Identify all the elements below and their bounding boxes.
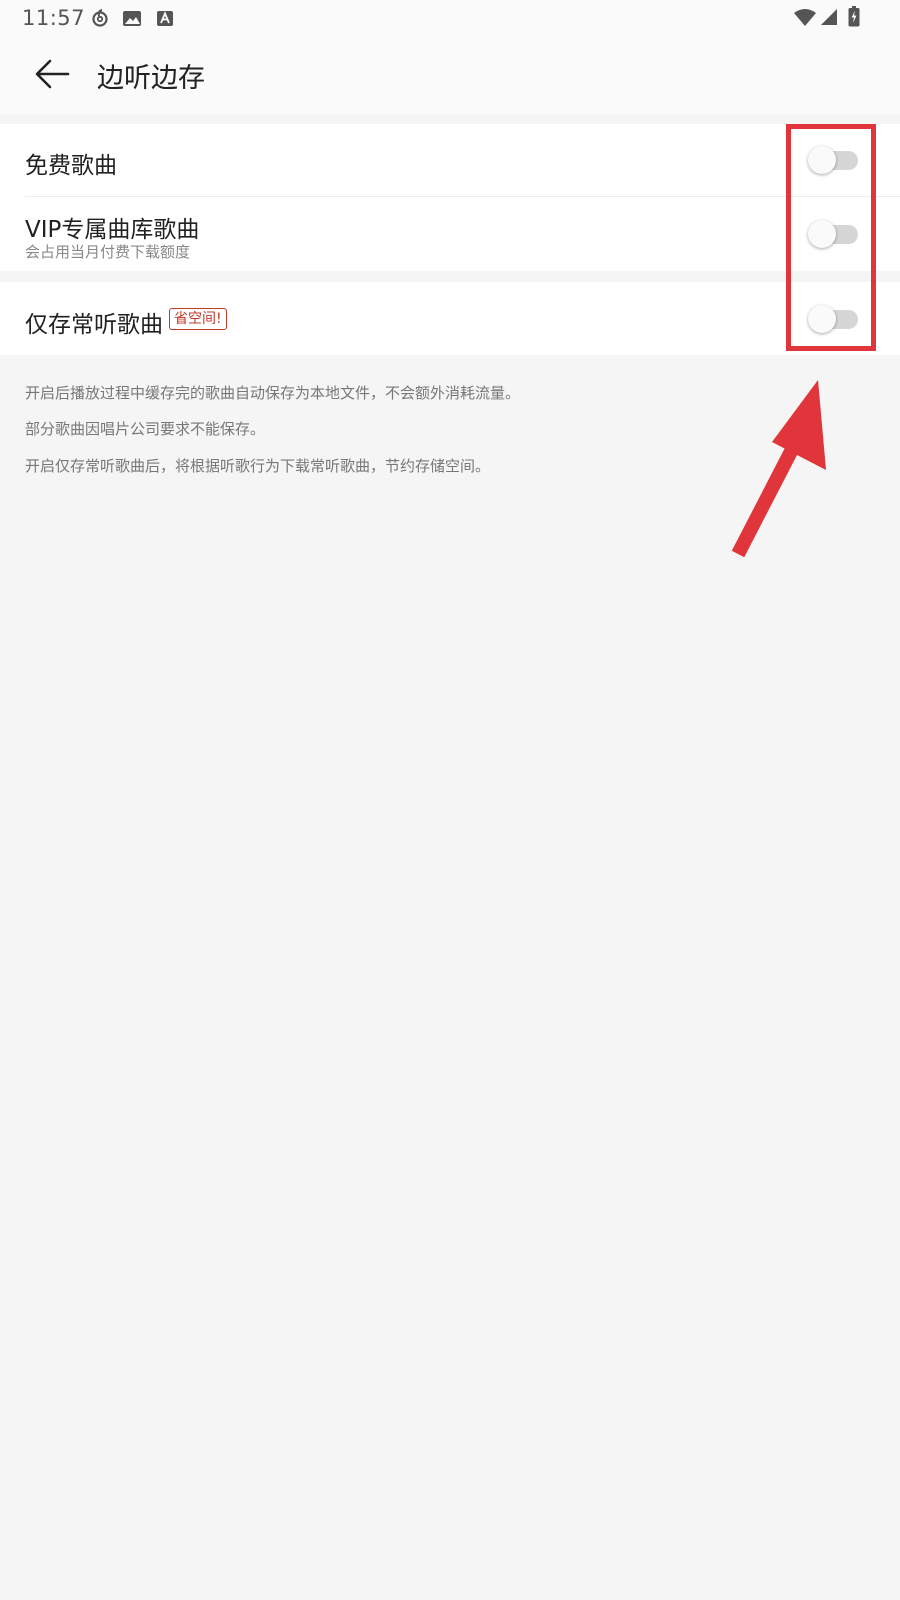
setting-row-frequent-songs[interactable]: 仅存常听歌曲 省空间! xyxy=(0,282,900,355)
setting-row-free-songs[interactable]: 免费歌曲 xyxy=(0,124,900,197)
setting-sublabel-vip-songs: 会占用当月付费下载额度 xyxy=(25,243,191,261)
netease-music-icon xyxy=(92,9,108,27)
status-bar: 11:57 xyxy=(0,0,900,36)
page-title: 边听边存 xyxy=(97,63,205,94)
text-icon xyxy=(157,11,173,26)
description-text: 部分歌曲因唱片公司要求不能保存。 xyxy=(25,420,266,438)
app-header: 边听边存 xyxy=(0,36,900,114)
annotation-arrow-icon xyxy=(731,380,826,558)
wifi-icon xyxy=(794,9,816,26)
description-text: 开启仅存常听歌曲后，将根据听歌行为下载常听歌曲，节约存储空间。 xyxy=(25,457,491,475)
annotation-highlight-box xyxy=(786,124,876,351)
setting-label-frequent-songs: 仅存常听歌曲 xyxy=(25,312,163,338)
setting-label-vip-songs: VIP专属曲库歌曲 xyxy=(25,217,200,243)
settings-group-songs: 免费歌曲 VIP专属曲库歌曲 会占用当月付费下载额度 xyxy=(0,124,900,271)
setting-row-vip-songs[interactable]: VIP专属曲库歌曲 会占用当月付费下载额度 xyxy=(0,197,900,271)
save-space-badge: 省空间! xyxy=(169,308,227,330)
description-text: 开启后播放过程中缓存完的歌曲自动保存为本地文件，不会额外消耗流量。 xyxy=(25,384,521,402)
status-time: 11:57 xyxy=(22,6,86,30)
back-arrow-icon[interactable] xyxy=(34,56,74,92)
signal-icon xyxy=(821,9,837,25)
setting-label-free-songs: 免费歌曲 xyxy=(25,153,117,179)
settings-group-frequent: 仅存常听歌曲 省空间! xyxy=(0,282,900,355)
battery-charging-icon xyxy=(848,6,860,27)
image-icon xyxy=(123,11,141,26)
